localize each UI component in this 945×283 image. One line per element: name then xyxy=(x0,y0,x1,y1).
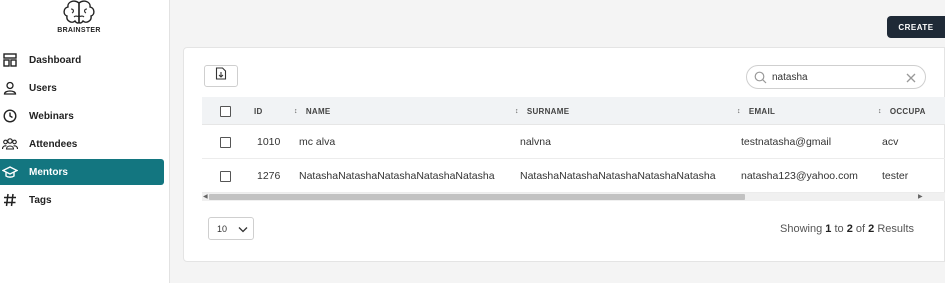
sidebar: BRAINSTER Dashboard Users Webinars Atten… xyxy=(0,0,170,283)
sidebar-item-label: Users xyxy=(29,82,57,94)
sidebar-item-users[interactable]: Users xyxy=(0,74,170,102)
row-checkbox[interactable] xyxy=(220,170,231,182)
mentors-table-card: ID ↕ NAME ↕ SURNAME ↕ EMAIL ↕ OCCUPA 101… xyxy=(183,47,945,262)
column-header-occupation[interactable]: ↕ OCCUPA xyxy=(878,97,926,125)
sidebar-item-label: Webinars xyxy=(29,110,74,122)
summary-results-word: Results xyxy=(877,223,915,235)
chevron-down-icon xyxy=(238,225,248,235)
select-all-checkbox[interactable] xyxy=(220,105,231,117)
dashboard-icon xyxy=(2,52,18,68)
cell-id: 1010 xyxy=(257,136,281,148)
search-input[interactable] xyxy=(772,69,892,85)
row-select-cell xyxy=(220,125,231,159)
row-checkbox[interactable] xyxy=(220,136,231,148)
select-all-cell xyxy=(220,97,231,125)
hashtag-icon xyxy=(2,192,18,208)
horizontal-scrollbar[interactable]: ◀ ▶ xyxy=(202,193,945,201)
sort-icon: ↕ xyxy=(737,107,741,115)
column-label: SURNAME xyxy=(526,106,570,116)
sort-icon: ↕ xyxy=(515,107,519,115)
sidebar-item-label: Mentors xyxy=(29,166,68,178)
cell-email: testnatasha@gmail xyxy=(741,136,832,148)
sidebar-item-label: Tags xyxy=(29,194,52,206)
brain-icon xyxy=(63,0,95,24)
column-header-surname[interactable]: ↕ SURNAME xyxy=(515,97,569,125)
cell-surname: nalvna xyxy=(520,136,551,148)
sort-icon: ↕ xyxy=(878,107,882,115)
brand-name: BRAINSTER xyxy=(57,27,101,34)
user-icon xyxy=(2,80,18,96)
clear-search-icon[interactable] xyxy=(905,71,917,89)
sidebar-item-attendees[interactable]: Attendees xyxy=(0,130,170,158)
column-label: NAME xyxy=(305,106,331,116)
results-summary: Showing 1 to 2 of 2 Results xyxy=(780,223,914,235)
column-header-name[interactable]: ↕ NAME xyxy=(294,97,331,125)
scrollbar-thumb[interactable] xyxy=(209,194,745,200)
summary-to: 2 xyxy=(846,223,853,235)
table-header: ID ↕ NAME ↕ SURNAME ↕ EMAIL ↕ OCCUPA xyxy=(202,97,945,125)
graduation-cap-icon xyxy=(2,164,18,180)
create-button[interactable]: CREATE xyxy=(887,16,945,38)
cell-surname: NatashaNatashaNatashaNatashaNatasha xyxy=(520,170,716,182)
sidebar-item-label: Attendees xyxy=(29,138,78,150)
scroll-left-icon[interactable]: ◀ xyxy=(203,193,208,201)
summary-total: 2 xyxy=(868,223,875,235)
column-header-id[interactable]: ID xyxy=(254,97,263,125)
cell-name: NatashaNatashaNatashaNatashaNatasha xyxy=(299,170,495,182)
sidebar-item-tags[interactable]: Tags xyxy=(0,186,170,214)
row-select-cell xyxy=(220,159,231,193)
brand-logo[interactable]: BRAINSTER xyxy=(56,0,102,34)
sidebar-item-webinars[interactable]: Webinars xyxy=(0,102,170,130)
summary-to-word: to xyxy=(834,223,844,235)
cell-name: mc alva xyxy=(299,136,336,148)
column-header-email[interactable]: ↕ EMAIL xyxy=(737,97,775,125)
summary-showing: Showing xyxy=(780,223,823,235)
page-size-value: 10 xyxy=(217,223,228,234)
sidebar-item-mentors[interactable]: Mentors xyxy=(0,159,164,185)
column-label: ID xyxy=(254,106,263,116)
export-button[interactable] xyxy=(204,65,238,87)
scroll-right-icon[interactable]: ▶ xyxy=(918,193,923,201)
column-label: OCCUPA xyxy=(889,106,926,116)
search-box xyxy=(746,65,926,89)
clock-icon xyxy=(2,108,18,124)
table-row[interactable]: 1276 NatashaNatashaNatashaNatashaNatasha… xyxy=(202,159,945,193)
cell-occupation: tester xyxy=(882,170,909,182)
column-label: EMAIL xyxy=(748,106,776,116)
mentors-table: ID ↕ NAME ↕ SURNAME ↕ EMAIL ↕ OCCUPA 101… xyxy=(202,97,945,207)
sort-icon: ↕ xyxy=(294,107,298,115)
group-icon xyxy=(2,136,18,152)
sidebar-item-dashboard[interactable]: Dashboard xyxy=(0,46,170,74)
file-download-icon xyxy=(215,67,227,85)
page-size-select[interactable]: 10 xyxy=(208,217,254,240)
cell-email: natasha123@yahoo.com xyxy=(741,170,858,182)
cell-occupation: acv xyxy=(882,136,899,148)
summary-from: 1 xyxy=(825,223,832,235)
cell-id: 1276 xyxy=(257,170,281,182)
summary-of-word: of xyxy=(855,223,866,235)
search-icon xyxy=(754,71,767,89)
sidebar-item-label: Dashboard xyxy=(29,54,82,66)
table-row[interactable]: 1010 mc alva nalvna testnatasha@gmail ac… xyxy=(202,125,945,159)
sidebar-nav: Dashboard Users Webinars Attendees Mento… xyxy=(0,46,170,214)
